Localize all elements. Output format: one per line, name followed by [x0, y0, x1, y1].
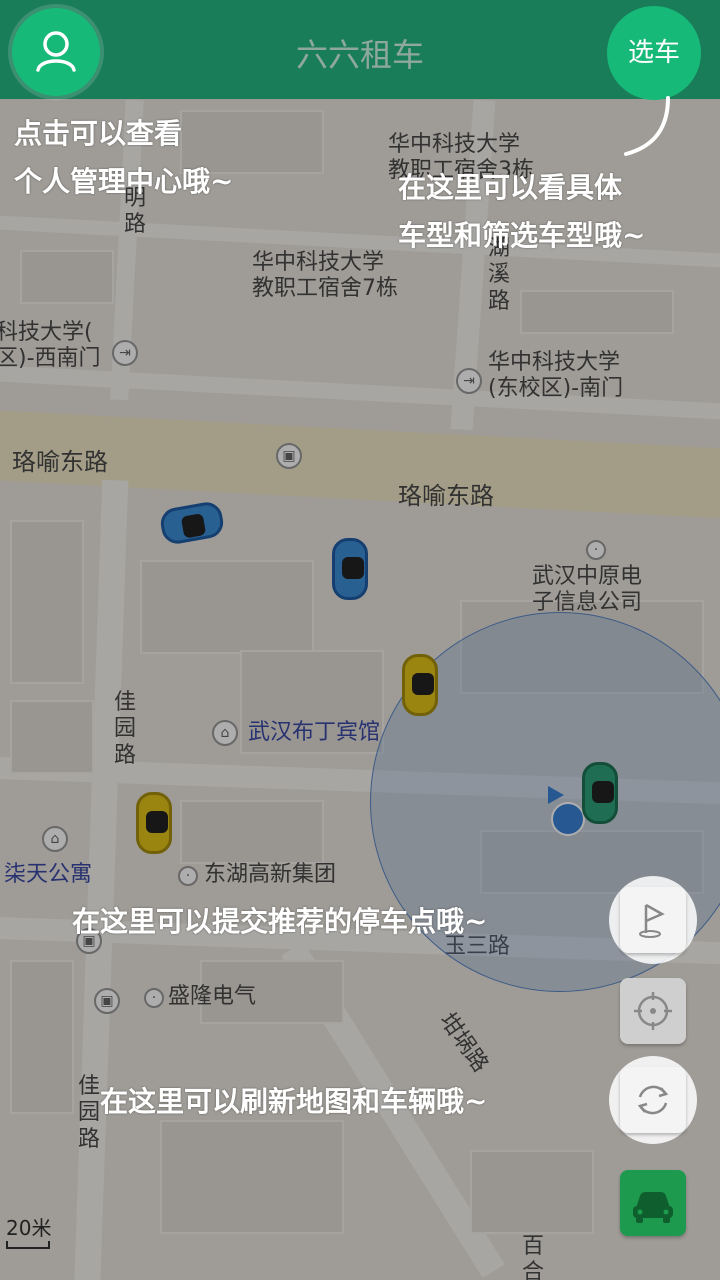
guide-car-models: 在这里可以看具体 车型和筛选车型哦~ — [398, 171, 646, 252]
refresh-button[interactable] — [620, 1067, 686, 1133]
user-icon — [36, 31, 76, 72]
guide-arrow — [624, 96, 670, 156]
locate-button[interactable] — [620, 978, 686, 1044]
car-icon — [633, 1192, 673, 1223]
select-car-button[interactable]: 选车 — [607, 6, 701, 100]
rent-car-button[interactable] — [620, 1170, 686, 1236]
recommend-parking-button[interactable] — [620, 887, 686, 953]
guide-refresh: 在这里可以刷新地图和车辆哦~ — [100, 1085, 488, 1118]
user-center-button[interactable] — [12, 8, 100, 96]
flag-icon — [639, 903, 665, 938]
guide-parking: 在这里可以提交推荐的停车点哦~ — [72, 905, 488, 938]
refresh-icon — [637, 1085, 669, 1115]
locate-icon — [634, 992, 672, 1030]
guide-personal-center: 点击可以查看 个人管理中心哦~ — [14, 117, 234, 198]
